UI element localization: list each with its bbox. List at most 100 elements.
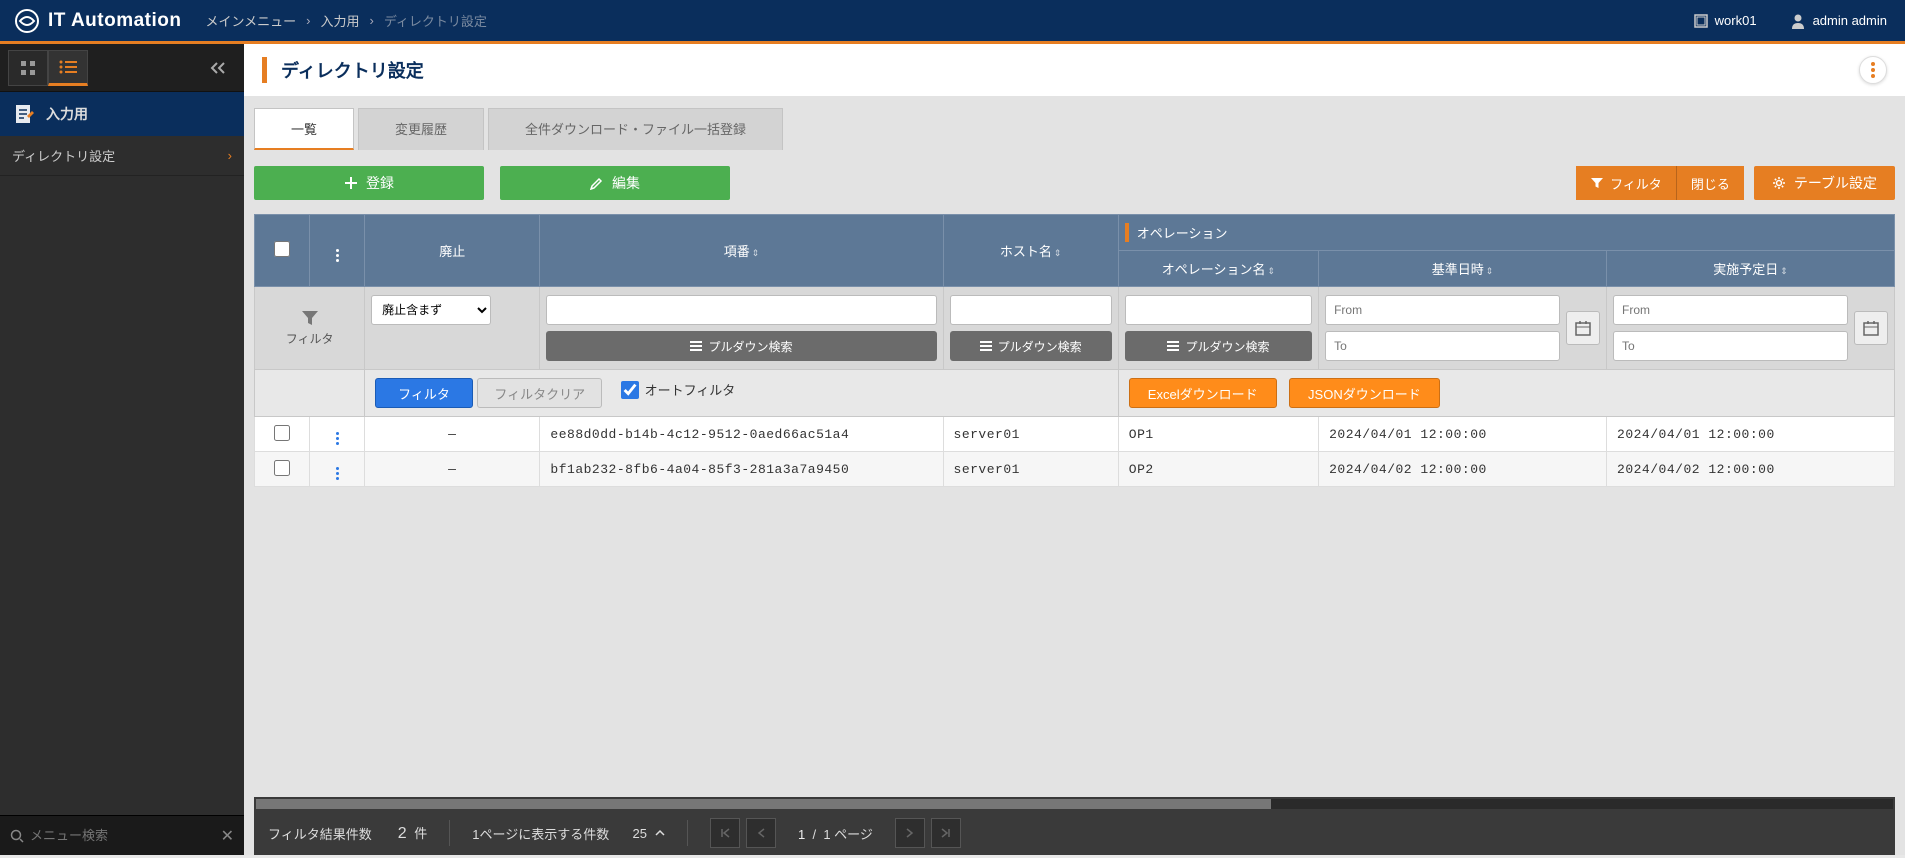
col-host[interactable]: ホスト名⇕	[943, 215, 1118, 287]
page-header: ディレクトリ設定	[244, 44, 1905, 96]
auto-filter-input[interactable]	[621, 381, 639, 399]
edit-icon	[590, 176, 604, 190]
item-no-filter-input[interactable]	[546, 295, 936, 325]
user-name: admin admin	[1813, 13, 1887, 28]
header-menu-cell[interactable]	[310, 215, 365, 287]
col-base-date[interactable]: 基準日時⇕	[1319, 251, 1607, 287]
user-badge[interactable]: admin admin	[1771, 12, 1905, 30]
first-page-button[interactable]	[710, 818, 740, 848]
sidebar: 入力用 ディレクトリ設定 › ✕	[0, 44, 244, 855]
chevron-right-icon	[905, 827, 915, 839]
tab-list[interactable]: 一覧	[254, 108, 354, 150]
row-planned-date: 2024/04/02 12:00:00	[1607, 452, 1895, 487]
col-item-no[interactable]: 項番⇕	[540, 215, 943, 287]
sidebar-section-label: 入力用	[46, 104, 88, 124]
prev-page-button[interactable]	[746, 818, 776, 848]
app-logo[interactable]: IT Automation	[0, 8, 194, 34]
breadcrumb-item[interactable]: メインメニュー	[206, 11, 297, 30]
perpage-label: 1ページに表示する件数	[472, 824, 609, 843]
filter-clear-button[interactable]: フィルタクリア	[477, 378, 602, 408]
planned-date-to-input[interactable]	[1613, 331, 1848, 361]
chevron-right-icon: ›	[228, 148, 232, 163]
sidebar-tab-list[interactable]	[48, 50, 88, 86]
page-total: 1	[823, 827, 830, 842]
pulldown-search-button[interactable]: プルダウン検索	[546, 331, 936, 361]
table-row: ― ee88d0dd-b14b-4c12-9512-0aed66ac51a4 s…	[255, 417, 1895, 452]
filter-apply-button[interactable]: フィルタ	[375, 378, 473, 408]
col-planned-date[interactable]: 実施予定日⇕	[1607, 251, 1895, 287]
layers-icon	[1693, 13, 1709, 29]
pulldown-search-button[interactable]: プルダウン検索	[1125, 331, 1312, 361]
topbar: IT Automation メインメニュー › 入力用 › ディレクトリ設定 w…	[0, 0, 1905, 44]
edit-label: 編集	[612, 173, 640, 193]
calendar-button[interactable]	[1854, 311, 1888, 345]
host-filter-input[interactable]	[950, 295, 1112, 325]
tab-download-upload[interactable]: 全件ダウンロード・ファイル一括登録	[488, 108, 783, 150]
row-planned-date: 2024/04/01 12:00:00	[1607, 417, 1895, 452]
next-page-button[interactable]	[895, 818, 925, 848]
sidebar-collapse-button[interactable]	[200, 50, 236, 86]
row-discard: ―	[365, 452, 540, 487]
last-page-button[interactable]	[931, 818, 961, 848]
planned-date-from-input[interactable]	[1613, 295, 1848, 325]
sidebar-tab-grid[interactable]	[8, 50, 48, 86]
breadcrumb-item[interactable]: 入力用	[320, 11, 359, 30]
col-operation-name[interactable]: オペレーション名⇕	[1118, 251, 1318, 287]
row-checkbox[interactable]	[274, 460, 290, 476]
calendar-button[interactable]	[1566, 311, 1600, 345]
sidebar-item-label: ディレクトリ設定	[12, 146, 115, 165]
list-icon	[980, 341, 992, 351]
plus-icon	[344, 176, 358, 190]
workspace-badge[interactable]: work01	[1679, 13, 1771, 29]
chevron-up-icon[interactable]	[655, 829, 665, 837]
sidebar-search-input[interactable]	[30, 828, 221, 843]
perpage-value[interactable]: 25	[633, 826, 647, 841]
select-all-checkbox[interactable]	[274, 241, 290, 257]
tab-history[interactable]: 変更履歴	[358, 108, 484, 150]
filter-close-button[interactable]: 閉じる	[1677, 166, 1744, 200]
logo-icon	[14, 8, 40, 34]
gear-icon	[1772, 176, 1786, 190]
horizontal-scrollbar[interactable]	[254, 797, 1895, 811]
discard-filter-select[interactable]: 廃止含まず	[371, 295, 491, 325]
tabbar: 一覧 変更履歴 全件ダウンロード・ファイル一括登録	[244, 96, 1905, 150]
json-download-button[interactable]: JSONダウンロード	[1289, 378, 1440, 408]
table-wrap[interactable]: 廃止 項番⇕ ホスト名⇕ オペレーション オペレーション名⇕ 基準日時⇕ 実施予…	[254, 214, 1895, 797]
table-settings-label: テーブル設定	[1794, 173, 1877, 193]
search-icon	[10, 829, 24, 843]
row-item-no: ee88d0dd-b14b-4c12-9512-0aed66ac51a4	[540, 417, 943, 452]
first-icon	[719, 827, 731, 839]
funnel-icon	[1590, 177, 1604, 189]
register-button[interactable]: 登録	[254, 166, 484, 200]
operation-name-filter-input[interactable]	[1125, 295, 1312, 325]
clear-icon[interactable]: ✕	[221, 826, 234, 846]
workspace-name: work01	[1715, 13, 1757, 28]
excel-download-button[interactable]: Excelダウンロード	[1129, 378, 1277, 408]
header-checkbox-cell	[255, 215, 310, 287]
sidebar-item-directory[interactable]: ディレクトリ設定 ›	[0, 136, 244, 176]
result-count-label: フィルタ結果件数	[268, 824, 372, 843]
list-icon	[1167, 341, 1179, 351]
row-menu-button[interactable]	[336, 467, 339, 480]
app-title: IT Automation	[48, 10, 182, 32]
sidebar-section[interactable]: 入力用	[0, 92, 244, 136]
funnel-icon	[301, 310, 319, 326]
pulldown-search-button[interactable]: プルダウン検索	[950, 331, 1112, 361]
row-host: server01	[943, 452, 1118, 487]
row-checkbox[interactable]	[274, 425, 290, 441]
auto-filter-checkbox[interactable]: オートフィルタ	[621, 380, 736, 399]
table-row: ― bf1ab232-8fb6-4a04-85f3-281a3a7a9450 s…	[255, 452, 1895, 487]
base-date-to-input[interactable]	[1325, 331, 1560, 361]
page-current: 1	[798, 827, 805, 842]
result-count: 2	[398, 825, 407, 842]
base-date-from-input[interactable]	[1325, 295, 1560, 325]
edit-button[interactable]: 編集	[500, 166, 730, 200]
col-discard[interactable]: 廃止	[365, 215, 540, 287]
table-settings-button[interactable]: テーブル設定	[1754, 166, 1895, 200]
more-button[interactable]	[1859, 56, 1887, 84]
row-host: server01	[943, 417, 1118, 452]
filter-combo: フィルタ 閉じる	[1576, 166, 1744, 200]
row-menu-button[interactable]	[336, 432, 339, 445]
filter-button[interactable]: フィルタ	[1576, 166, 1677, 200]
action-row: 登録 編集 フィルタ 閉じる	[254, 166, 1895, 200]
